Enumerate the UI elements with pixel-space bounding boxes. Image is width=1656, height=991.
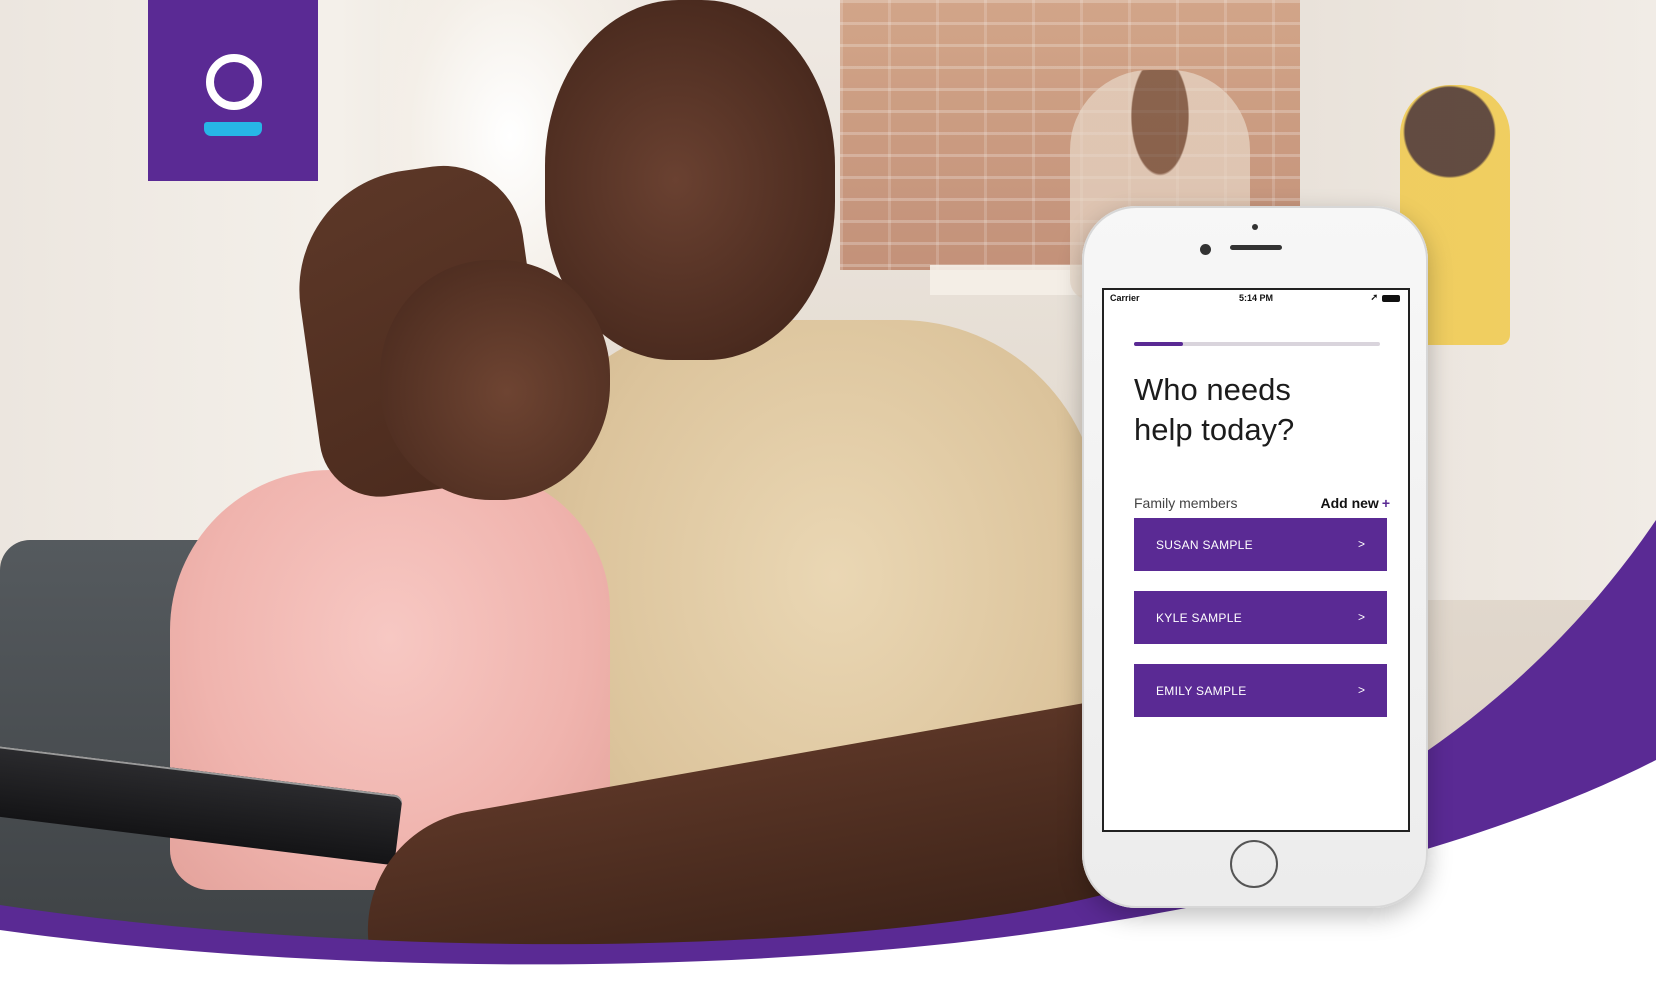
status-bar: Carrier 5:14 PM ➚ xyxy=(1104,290,1408,308)
member-button-emily[interactable]: EMILY SAMPLE > xyxy=(1134,664,1387,717)
title-line-2: help today? xyxy=(1134,412,1295,447)
member-name: SUSAN SAMPLE xyxy=(1156,538,1253,552)
plus-icon: + xyxy=(1381,495,1390,511)
logo-ring-icon xyxy=(206,54,262,110)
progress-fill xyxy=(1134,342,1184,346)
member-name: EMILY SAMPLE xyxy=(1156,684,1247,698)
chevron-right-icon: > xyxy=(1357,683,1365,697)
phone-screen: Carrier 5:14 PM ➚ Who needs help today? … xyxy=(1102,288,1410,832)
member-name: KYLE SAMPLE xyxy=(1156,611,1243,625)
phone-mockup: Carrier 5:14 PM ➚ Who needs help today? … xyxy=(1082,206,1428,908)
location-arrow-icon: ➚ xyxy=(1370,292,1378,302)
chevron-right-icon: > xyxy=(1357,537,1365,551)
phone-camera-icon xyxy=(1200,244,1211,255)
progress-bar xyxy=(1134,342,1380,346)
add-new-button[interactable]: Add new + xyxy=(1320,495,1390,511)
title-line-1: Who needs xyxy=(1134,372,1291,407)
battery-icon xyxy=(1382,295,1400,302)
chevron-right-icon: > xyxy=(1357,610,1365,624)
add-new-label: Add new xyxy=(1320,495,1379,511)
screen-title: Who needs help today? xyxy=(1134,370,1394,450)
home-button[interactable] xyxy=(1230,840,1278,888)
section-label: Family members xyxy=(1134,495,1238,511)
member-button-susan[interactable]: SUSAN SAMPLE > xyxy=(1134,518,1387,571)
phone-speaker-icon xyxy=(1230,245,1282,250)
logo-bar-icon xyxy=(204,122,262,136)
member-button-kyle[interactable]: KYLE SAMPLE > xyxy=(1134,591,1387,644)
phone-sensor-icon xyxy=(1252,224,1258,230)
brand-logo[interactable] xyxy=(148,0,318,181)
status-time: 5:14 PM xyxy=(1238,293,1273,303)
family-members-header: Family members Add new + xyxy=(1134,495,1390,513)
